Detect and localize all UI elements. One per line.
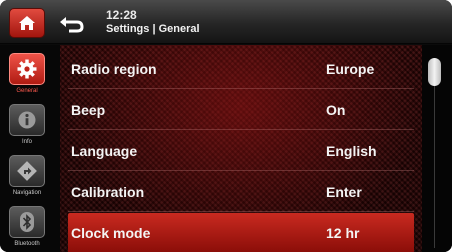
sidebar-item-navigation[interactable]: Navigation bbox=[4, 153, 50, 202]
setting-row-clock-mode[interactable]: Clock mode 12 hr bbox=[68, 213, 414, 252]
back-button[interactable] bbox=[53, 11, 89, 35]
back-arrow-icon bbox=[60, 17, 84, 33]
setting-value: Europe bbox=[326, 61, 375, 77]
sidebar: General Info Navigation Bluetooth bbox=[0, 45, 60, 252]
setting-row-radio-region[interactable]: Radio region Europe bbox=[68, 49, 414, 89]
setting-value: 12 hr bbox=[326, 225, 360, 241]
gear-icon bbox=[17, 59, 37, 79]
sidebar-item-general[interactable]: General bbox=[4, 51, 50, 100]
setting-value: English bbox=[326, 143, 377, 159]
bluetooth-icon bbox=[20, 212, 34, 232]
settings-list: Radio region Europe Beep On Language Eng… bbox=[60, 45, 422, 252]
page-title: Settings | General bbox=[106, 23, 200, 35]
head-unit-screen: 12:28 Settings | General General Info Na… bbox=[0, 0, 452, 252]
setting-value: On bbox=[326, 102, 346, 118]
setting-label: Calibration bbox=[71, 184, 145, 200]
sidebar-item-bluetooth[interactable]: Bluetooth bbox=[4, 204, 50, 252]
setting-label: Radio region bbox=[71, 61, 157, 77]
sidebar-item-label: General bbox=[16, 88, 38, 94]
setting-label: Language bbox=[71, 143, 138, 159]
header-bar: 12:28 Settings | General bbox=[0, 0, 452, 44]
setting-row-language[interactable]: Language English bbox=[68, 131, 414, 171]
scroll-line bbox=[434, 86, 435, 248]
navigation-icon bbox=[17, 161, 37, 181]
clock-time: 12:28 bbox=[106, 8, 137, 22]
setting-row-calibration[interactable]: Calibration Enter bbox=[68, 172, 414, 212]
setting-label: Beep bbox=[71, 102, 106, 118]
info-icon bbox=[18, 111, 36, 129]
sidebar-item-label: Navigation bbox=[12, 190, 42, 196]
sidebar-item-label: Bluetooth bbox=[14, 241, 40, 247]
setting-value: Enter bbox=[326, 184, 362, 200]
sidebar-item-label: Info bbox=[21, 139, 32, 145]
setting-label: Clock mode bbox=[71, 225, 151, 241]
setting-row-beep[interactable]: Beep On bbox=[68, 90, 414, 130]
scroll-thumb[interactable] bbox=[428, 58, 441, 86]
home-icon bbox=[19, 16, 35, 30]
sidebar-item-info[interactable]: Info bbox=[4, 102, 50, 151]
home-button[interactable] bbox=[9, 8, 45, 38]
